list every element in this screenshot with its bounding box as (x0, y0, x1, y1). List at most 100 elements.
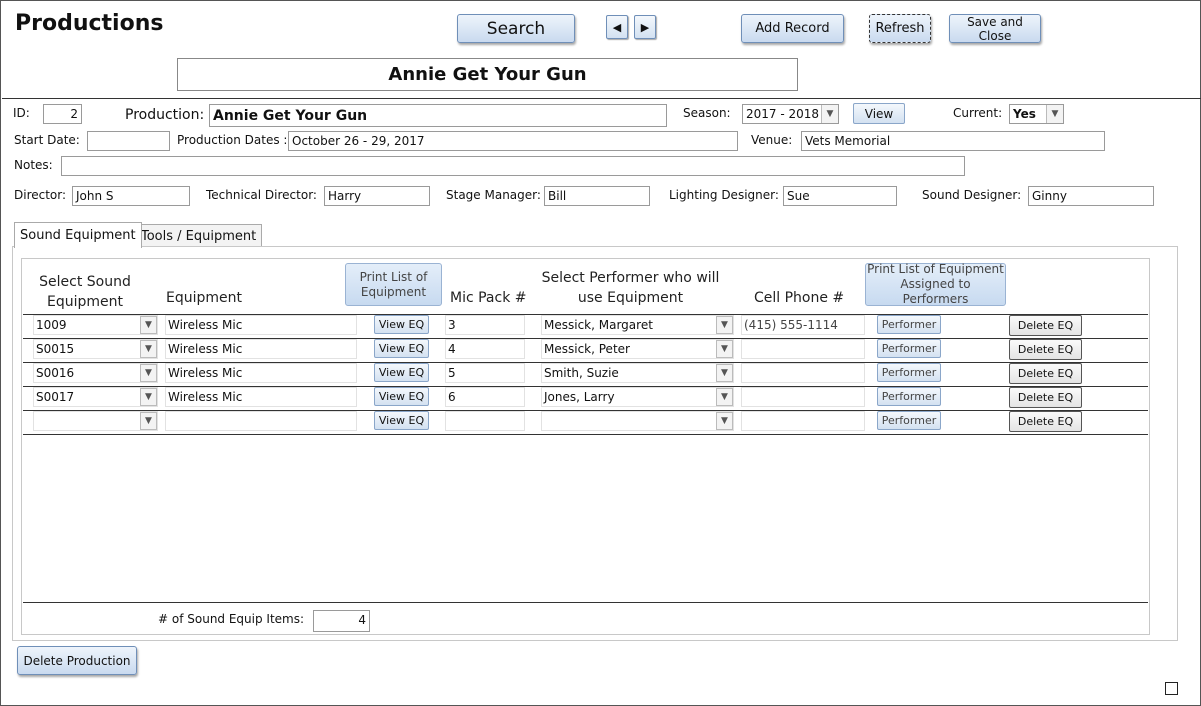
chevron-down-icon[interactable]: ▼ (140, 412, 157, 430)
equipment-name-field[interactable]: Wireless Mic (165, 339, 357, 359)
delete-eq-button[interactable]: Delete EQ (1009, 387, 1082, 408)
mic-pack-field[interactable]: 3 (445, 315, 525, 335)
equipment-id-combo[interactable]: S0016 ▼ (33, 363, 158, 383)
performer-value: Jones, Larry (544, 390, 615, 404)
print-assigned-equipment-button[interactable]: Print List of Equipment Assigned to Perf… (865, 262, 1006, 306)
equipment-id-value: S0015 (36, 342, 75, 356)
performer-combo[interactable]: ▼ (541, 411, 734, 431)
subform-footer-divider (23, 602, 1148, 603)
mic-pack-field[interactable]: 6 (445, 387, 525, 407)
mic-pack-field[interactable]: 5 (445, 363, 525, 383)
equipment-name-field[interactable]: Wireless Mic (165, 363, 357, 383)
production-title-banner: Annie Get Your Gun (177, 58, 798, 91)
notes-field[interactable] (61, 156, 965, 176)
chevron-down-icon[interactable]: ▼ (716, 340, 733, 358)
delete-eq-button[interactable]: Delete EQ (1009, 363, 1082, 384)
equipment-name-field[interactable]: Wireless Mic (165, 315, 357, 335)
add-record-button[interactable]: Add Record (741, 14, 844, 43)
performer-value: Messick, Peter (544, 342, 630, 356)
current-combo[interactable]: Yes ▼ (1009, 104, 1064, 124)
next-record-button[interactable]: ▶ (634, 15, 656, 39)
view-eq-button[interactable]: View EQ (374, 339, 429, 358)
col-mic-pack: Mic Pack # (450, 290, 527, 306)
equipment-name-field[interactable]: Wireless Mic (165, 387, 357, 407)
performer-button[interactable]: Performer (877, 387, 941, 406)
performer-button[interactable]: Performer (877, 315, 941, 334)
col-select-performer: Select Performer who will use Equipment (541, 270, 720, 306)
director-label: Director: (14, 188, 67, 202)
performer-combo[interactable]: Smith, Suzie ▼ (541, 363, 734, 383)
chevron-down-icon[interactable]: ▼ (716, 412, 733, 430)
chevron-down-icon[interactable]: ▼ (140, 364, 157, 382)
row-divider (23, 434, 1148, 435)
cell-phone-field[interactable] (741, 339, 865, 359)
production-dates-field[interactable]: October 26 - 29, 2017 (288, 131, 738, 151)
id-label: ID: (13, 106, 30, 120)
refresh-button[interactable]: Refresh (869, 14, 931, 43)
performer-button[interactable]: Performer (877, 339, 941, 358)
season-combo[interactable]: 2017 - 2018 ▼ (742, 104, 839, 124)
cell-phone-field[interactable] (741, 411, 865, 431)
chevron-down-icon[interactable]: ▼ (140, 388, 157, 406)
performer-button[interactable]: Performer (877, 363, 941, 382)
venue-field[interactable]: Vets Memorial (801, 131, 1105, 151)
view-eq-button[interactable]: View EQ (374, 315, 429, 334)
equip-count-field: 4 (313, 610, 370, 632)
previous-record-button[interactable]: ◀ (606, 15, 628, 39)
performer-button[interactable]: Performer (877, 411, 941, 430)
chevron-down-icon[interactable]: ▼ (716, 364, 733, 382)
sound-designer-field[interactable]: Ginny (1028, 186, 1154, 206)
tab-tools-equipment[interactable]: Tools / Equipment (135, 224, 263, 247)
delete-eq-button[interactable]: Delete EQ (1009, 315, 1082, 336)
triangle-right-icon: ▶ (640, 20, 650, 34)
equipment-id-value: S0016 (36, 366, 75, 380)
production-field[interactable]: Annie Get Your Gun (209, 104, 667, 127)
notes-label: Notes: (14, 158, 53, 172)
start-date-field[interactable] (87, 131, 170, 151)
director-field[interactable]: John S (72, 186, 190, 206)
equipment-id-combo[interactable]: S0017 ▼ (33, 387, 158, 407)
performer-combo[interactable]: Messick, Peter ▼ (541, 339, 734, 359)
mic-pack-field[interactable] (445, 411, 525, 431)
cell-phone-field[interactable] (741, 363, 865, 383)
cell-phone-field[interactable]: (415) 555-1114 (741, 315, 865, 335)
equipment-id-combo[interactable]: S0015 ▼ (33, 339, 158, 359)
equipment-id-value: S0017 (36, 390, 75, 404)
equipment-id-combo[interactable]: ▼ (33, 411, 158, 431)
venue-label: Venue: (751, 133, 793, 147)
mic-pack-field[interactable]: 4 (445, 339, 525, 359)
cell-phone-field[interactable] (741, 387, 865, 407)
chevron-down-icon[interactable]: ▼ (716, 388, 733, 406)
search-button[interactable]: Search (457, 14, 575, 43)
stage-manager-label: Stage Manager: (446, 188, 541, 202)
performer-combo[interactable]: Jones, Larry ▼ (541, 387, 734, 407)
chevron-down-icon[interactable]: ▼ (821, 105, 838, 123)
col-cell-phone: Cell Phone # (754, 290, 845, 306)
header-divider (2, 98, 1201, 99)
delete-eq-button[interactable]: Delete EQ (1009, 411, 1082, 432)
view-eq-button[interactable]: View EQ (374, 411, 429, 430)
view-season-button[interactable]: View (853, 103, 905, 124)
performer-value: Messick, Margaret (544, 318, 653, 332)
id-field: 2 (43, 104, 82, 124)
print-equipment-list-button[interactable]: Print List of Equipment (345, 263, 442, 306)
performer-combo[interactable]: Messick, Margaret ▼ (541, 315, 734, 335)
current-value: Yes (1013, 107, 1036, 121)
view-eq-button[interactable]: View EQ (374, 363, 429, 382)
chevron-down-icon[interactable]: ▼ (140, 316, 157, 334)
performer-value: Smith, Suzie (544, 366, 619, 380)
checkbox[interactable] (1165, 682, 1178, 695)
lighting-designer-field[interactable]: Sue (783, 186, 897, 206)
tab-sound-equipment[interactable]: Sound Equipment (14, 222, 142, 248)
equipment-name-field[interactable] (165, 411, 357, 431)
chevron-down-icon[interactable]: ▼ (140, 340, 157, 358)
equipment-id-combo[interactable]: 1009 ▼ (33, 315, 158, 335)
technical-director-field[interactable]: Harry (324, 186, 430, 206)
stage-manager-field[interactable]: Bill (544, 186, 650, 206)
save-and-close-button[interactable]: Save and Close (949, 14, 1041, 43)
view-eq-button[interactable]: View EQ (374, 387, 429, 406)
chevron-down-icon[interactable]: ▼ (716, 316, 733, 334)
delete-eq-button[interactable]: Delete EQ (1009, 339, 1082, 360)
chevron-down-icon[interactable]: ▼ (1046, 105, 1063, 123)
delete-production-button[interactable]: Delete Production (17, 646, 137, 675)
